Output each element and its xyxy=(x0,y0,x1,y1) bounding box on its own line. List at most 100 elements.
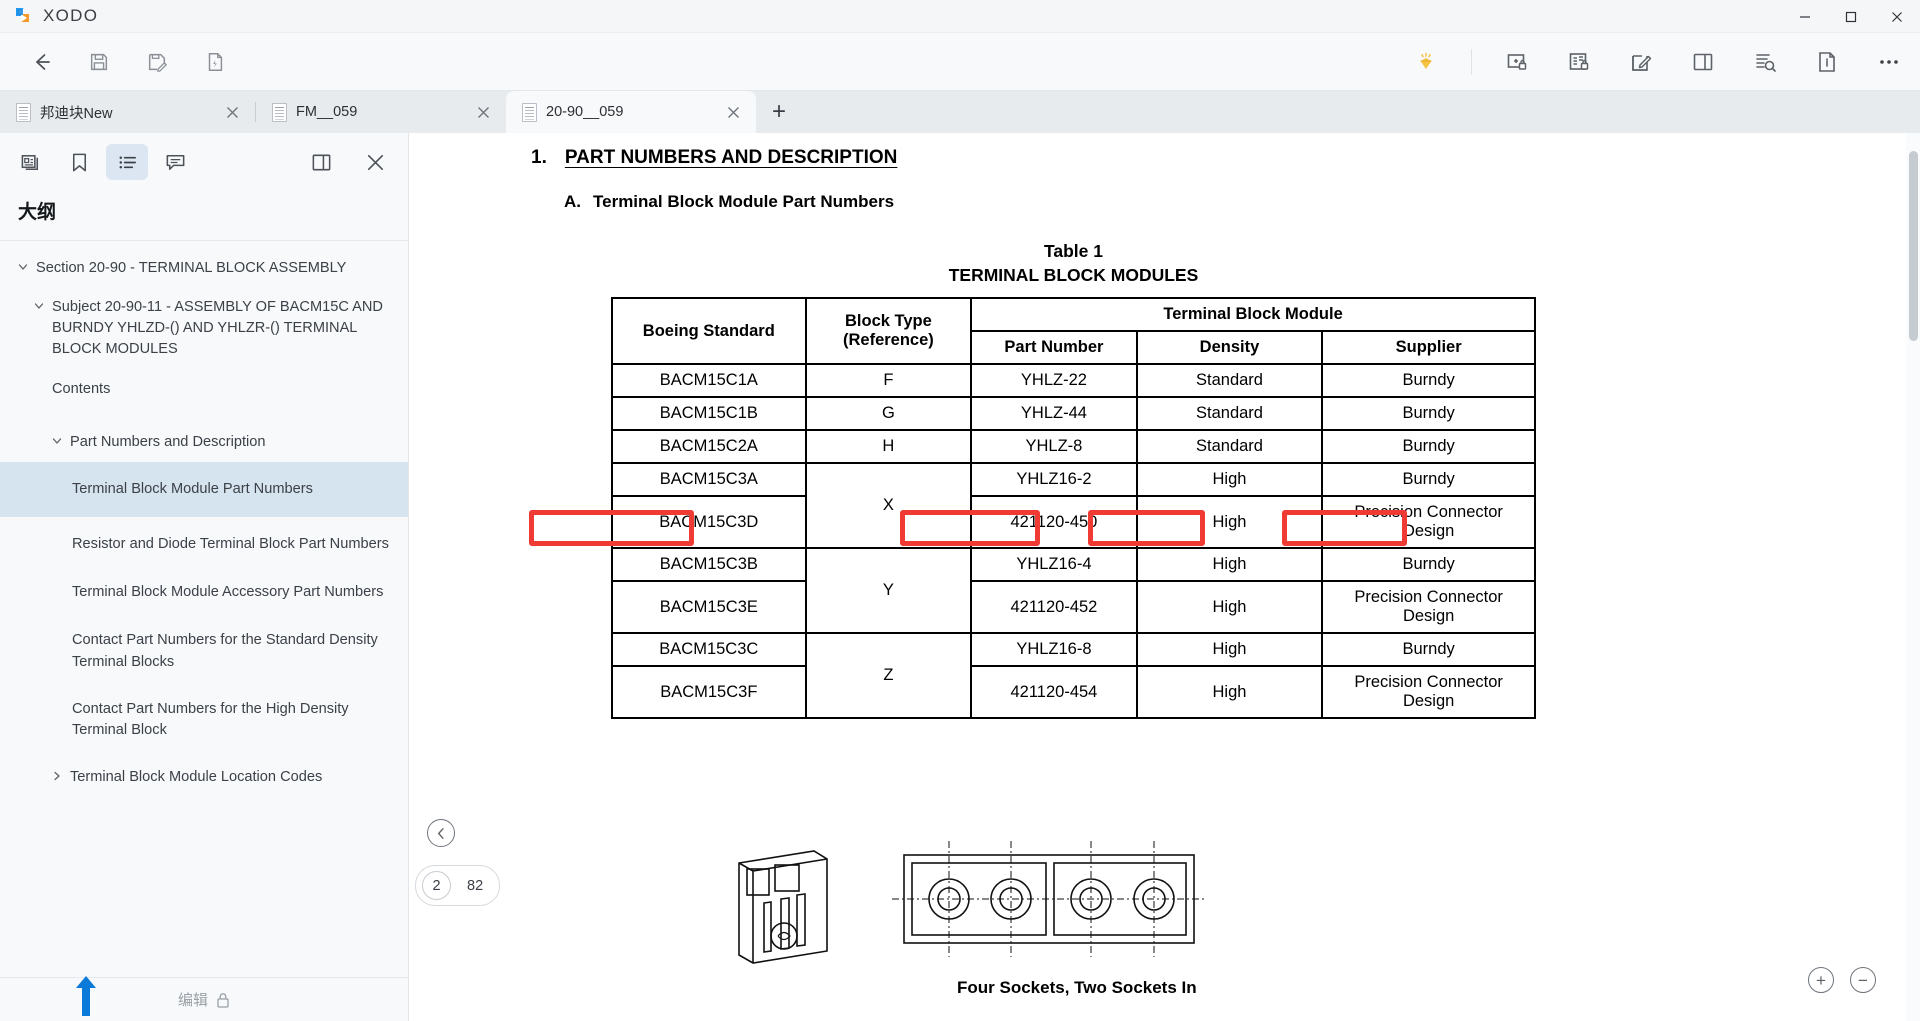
table-row: BACM15C3D 421120-450 High Precision Conn… xyxy=(611,495,1536,550)
document-view[interactable]: 1. PART NUMBERS AND DESCRIPTION A. Termi… xyxy=(409,133,1920,1021)
no-caret xyxy=(26,379,52,382)
cell-block-type: Z xyxy=(804,632,973,720)
document-scrollbar[interactable] xyxy=(1906,133,1920,1021)
outline-item-label: Contact Part Numbers for the High Densit… xyxy=(72,700,349,738)
current-page-input[interactable]: 2 xyxy=(422,871,451,900)
tab-close-icon[interactable] xyxy=(472,101,494,123)
minimize-button[interactable] xyxy=(1782,0,1828,33)
technical-drawing xyxy=(709,833,1269,968)
cell-boeing-standard: BACM15C3F xyxy=(611,665,807,720)
outline-item-resistor-and-diode[interactable]: Resistor and Diode Terminal Block Part N… xyxy=(0,517,408,564)
zoom-in-button[interactable]: + xyxy=(1808,967,1834,993)
outline-item-location-codes[interactable]: Terminal Block Module Location Codes xyxy=(0,750,408,797)
page-navigator[interactable]: 2 82 xyxy=(415,865,501,906)
outline-list[interactable]: Section 20-90 - TERMINAL BLOCK ASSEMBLY … xyxy=(0,241,408,977)
tab-close-icon[interactable] xyxy=(722,101,744,123)
document-icon xyxy=(272,102,287,122)
chevron-right-icon[interactable] xyxy=(44,767,70,782)
cell-boeing-standard: BACM15C3C xyxy=(611,632,807,668)
brand-name: XODO xyxy=(43,6,99,25)
tab-label: 邦迪块New xyxy=(40,105,113,122)
export-icon[interactable] xyxy=(198,45,232,79)
cell-part-number: YHLZ-44 xyxy=(970,396,1138,432)
cell-density: High xyxy=(1135,462,1324,498)
page-info-icon[interactable] xyxy=(1810,45,1844,79)
title-bar: XODO xyxy=(0,0,1920,33)
cell-supplier: Precision Connector Design xyxy=(1321,495,1536,550)
document-icon xyxy=(16,102,31,122)
chevron-down-icon[interactable] xyxy=(10,258,36,273)
cell-density: Standard xyxy=(1135,396,1324,432)
cell-block-type: Y xyxy=(804,547,973,635)
cell-part-number: YHLZ16-2 xyxy=(970,462,1138,498)
new-tab-button[interactable]: + xyxy=(762,95,796,129)
cell-supplier: Burndy xyxy=(1321,429,1536,465)
tab-1[interactable]: FM__059 xyxy=(256,91,506,133)
table-row: BACM15C3C Z YHLZ16-8 High Burndy xyxy=(611,632,1536,720)
cell-part-number: YHLZ-22 xyxy=(970,363,1138,399)
tab-label: FM__059 xyxy=(296,104,358,120)
table-title: TERMINAL BLOCK MODULES xyxy=(948,264,1199,285)
cell-block-type: H xyxy=(804,429,973,465)
sidebar-tab-bar xyxy=(0,133,408,191)
split-panel-icon[interactable] xyxy=(300,144,342,180)
outline-item-contents[interactable]: Contents xyxy=(0,370,408,409)
tab-0[interactable]: 邦迪块New xyxy=(0,91,255,133)
cell-supplier: Burndy xyxy=(1321,363,1536,399)
outline-item-part-numbers-and-description[interactable]: Part Numbers and Description xyxy=(0,423,408,462)
chevron-down-icon[interactable] xyxy=(44,432,70,447)
cell-block-type: F xyxy=(804,363,973,399)
table-caption: Table 1 TERMINAL BLOCK MODULES xyxy=(611,240,1536,287)
cell-density: High xyxy=(1135,495,1324,550)
cell-density: Standard xyxy=(1135,363,1324,399)
header-block-type-line1: Block Type xyxy=(844,312,932,331)
close-panel-icon[interactable] xyxy=(354,144,396,180)
outline-item-label: Terminal Block Module Location Codes xyxy=(70,769,323,786)
comments-icon[interactable] xyxy=(154,144,196,180)
search-document-icon[interactable] xyxy=(1748,45,1782,79)
outline-item-label: Contents xyxy=(52,380,111,397)
back-to-previous-view-button[interactable] xyxy=(427,819,455,847)
outline-item-subject[interactable]: Subject 20-90-11 - ASSEMBLY OF BACM15C A… xyxy=(0,288,408,369)
table-label: Table 1 xyxy=(1043,241,1103,261)
scrollbar-thumb[interactable] xyxy=(1909,151,1918,341)
panel-layout-icon[interactable] xyxy=(1686,45,1720,79)
table-row: BACM15C2A H YHLZ-8 Standard Burndy xyxy=(611,429,1536,465)
header-density: Density xyxy=(1135,330,1324,366)
tab-close-icon[interactable] xyxy=(221,101,243,123)
protect-page-icon[interactable] xyxy=(1500,45,1534,79)
save-as-icon[interactable] xyxy=(140,45,174,79)
edit-mode-label: 编辑 xyxy=(177,992,208,1009)
chevron-down-icon[interactable] xyxy=(26,297,52,312)
bookmark-icon[interactable] xyxy=(58,144,100,180)
outline-item-label: Contact Part Numbers for the Standard De… xyxy=(72,632,378,670)
tab-2[interactable]: 20-90__059 xyxy=(506,91,756,133)
more-options-icon[interactable] xyxy=(1872,45,1906,79)
outline-item-contact-high-density[interactable]: Contact Part Numbers for the High Densit… xyxy=(0,682,408,750)
subsection-heading: A. Terminal Block Module Part Numbers xyxy=(509,192,1864,212)
edit-icon[interactable] xyxy=(1624,45,1658,79)
section-heading: 1. PART NUMBERS AND DESCRIPTION xyxy=(509,147,1864,169)
zoom-out-button[interactable]: − xyxy=(1850,967,1876,993)
outline-item-contact-standard-density[interactable]: Contact Part Numbers for the Standard De… xyxy=(0,612,408,681)
back-icon[interactable] xyxy=(24,45,58,79)
diamond-premium-icon[interactable] xyxy=(1409,45,1443,79)
outline-item-terminal-block-module-part-numbers[interactable]: Terminal Block Module Part Numbers xyxy=(0,461,408,518)
cell-boeing-standard: BACM15C1A xyxy=(611,363,807,399)
toolbar-separator xyxy=(1471,49,1472,75)
outline-item-accessory-part-numbers[interactable]: Terminal Block Module Accessory Part Num… xyxy=(0,564,408,612)
cell-boeing-standard: BACM15C3E xyxy=(611,580,807,635)
cell-part-number: YHLZ16-8 xyxy=(970,632,1138,668)
thumbnails-icon[interactable] xyxy=(10,144,52,180)
zoom-controls: + − xyxy=(1808,967,1876,993)
close-button[interactable] xyxy=(1874,0,1920,33)
outline-item-section[interactable]: Section 20-90 - TERMINAL BLOCK ASSEMBLY xyxy=(0,249,408,288)
save-icon[interactable] xyxy=(82,45,116,79)
outline-icon[interactable] xyxy=(106,144,148,180)
cell-boeing-standard: BACM15C3A xyxy=(611,462,807,498)
subsection-letter: A. xyxy=(564,192,581,211)
cell-boeing-standard: BACM15C3D xyxy=(611,495,807,550)
maximize-button[interactable] xyxy=(1828,0,1874,33)
protect-document-icon[interactable] xyxy=(1562,45,1596,79)
table-row: BACM15C3E 421120-452 High Precision Conn… xyxy=(611,580,1536,635)
